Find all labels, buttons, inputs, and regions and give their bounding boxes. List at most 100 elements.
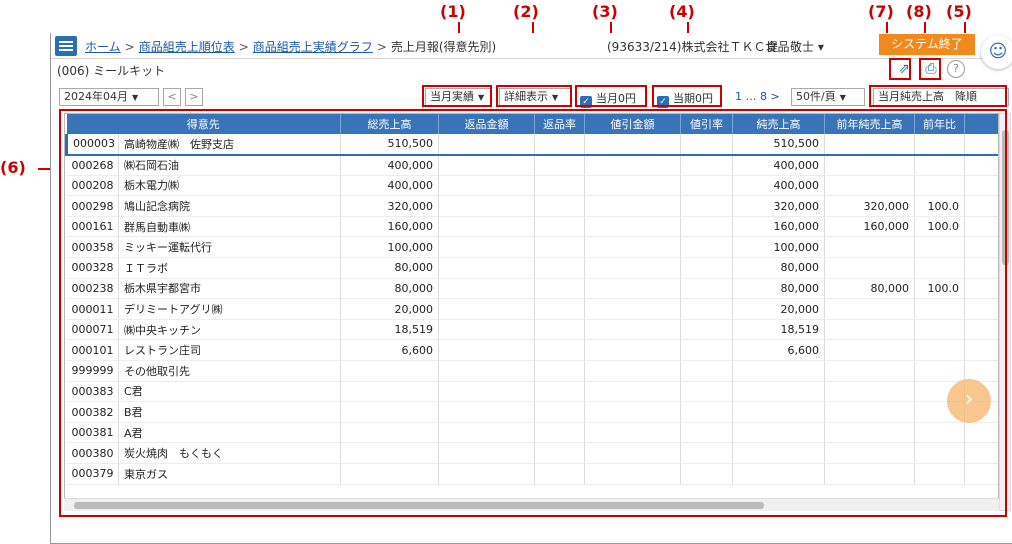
chevron-right-icon[interactable]: › [947, 379, 991, 423]
breadcrumb-home[interactable]: ホーム [85, 40, 121, 54]
table-row[interactable]: 000298 鳩山記念病院 320,000 320,000 320,000 100.0 [66, 195, 998, 217]
vertical-scrollbar[interactable] [999, 113, 1011, 511]
prev-net-sales [824, 442, 915, 464]
user-menu[interactable]: 堤 敬士 ▾ [766, 38, 824, 55]
sort-select[interactable]: 当月純売上高 降順 [873, 88, 1009, 106]
column-header[interactable]: 返品金額 [438, 114, 535, 134]
prev-year-ratio [914, 339, 965, 362]
scroll-thumb[interactable] [1002, 130, 1009, 265]
net-sales [732, 442, 825, 464]
table-row[interactable]: 000379 東京ガス [66, 463, 998, 485]
column-header[interactable]: 値引金額 [584, 114, 681, 134]
help-icon[interactable]: ? [947, 60, 965, 78]
column-header[interactable]: 総売上高 [340, 114, 439, 134]
total-sales: 80,000 [340, 257, 439, 279]
system-end-button[interactable]: システム終了 [879, 34, 975, 55]
horizontal-scrollbar[interactable] [64, 498, 999, 511]
customer-code: 000003 [65, 134, 119, 156]
customer-code: 000383 [66, 381, 119, 403]
detail-mode-select[interactable]: 詳細表示 ▼ [499, 88, 571, 106]
return-amount [438, 257, 535, 279]
actual-mode-select[interactable]: 当月実績 ▼ [425, 88, 491, 106]
next-month-button[interactable]: > [185, 88, 203, 106]
return-amount [438, 236, 535, 259]
discount-rate [680, 298, 733, 320]
return-amount [438, 195, 535, 217]
net-sales: 400,000 [732, 175, 825, 197]
page-size-select[interactable]: 50件/頁 ▼ [791, 88, 865, 106]
prev-month-button[interactable]: < [163, 88, 181, 106]
period-zero-checkbox[interactable]: ✓ 当期0円 [657, 90, 713, 108]
table-row[interactable]: 000381 A君 [66, 422, 998, 444]
prev-year-ratio [914, 319, 965, 341]
table-row[interactable]: 000011 デリミートアグリ㈱ 20,000 20,000 [66, 298, 998, 320]
discount-amount [584, 319, 681, 341]
table-row[interactable]: 000238 栃木県宇都宮市 80,000 80,000 80,000 100.0 [66, 278, 998, 300]
print-icon[interactable]: ⎙ [921, 60, 941, 80]
column-header[interactable]: 得意先 [66, 114, 341, 134]
return-rate [534, 134, 585, 156]
discount-rate [680, 175, 733, 197]
prev-year-ratio [914, 257, 965, 279]
return-rate [534, 463, 585, 485]
assistant-avatar-icon[interactable]: ☺ [981, 35, 1012, 69]
breadcrumb-ranking[interactable]: 商品組売上順位表 [139, 40, 235, 54]
pager-links[interactable]: 1 … 8 > [735, 90, 780, 103]
scroll-thumb[interactable] [74, 502, 764, 509]
prev-year-ratio: 100.0 [914, 216, 965, 238]
discount-amount [584, 442, 681, 464]
column-header[interactable]: 前年純売上高 [824, 114, 915, 134]
prev-year-ratio [914, 360, 965, 382]
table-row[interactable]: 000383 C君 [66, 381, 998, 403]
customer-code: 000380 [66, 442, 119, 464]
pager[interactable]: 1 … 8 > [735, 90, 780, 103]
hamburger-menu-icon[interactable] [55, 36, 77, 56]
customer-code: 000238 [66, 278, 119, 300]
return-rate [534, 154, 585, 176]
return-amount [438, 154, 535, 176]
breadcrumb-graph[interactable]: 商品組売上実績グラフ [253, 40, 373, 54]
table-row[interactable]: 000208 栃木電力㈱ 400,000 400,000 [66, 175, 998, 197]
total-sales: 80,000 [340, 278, 439, 300]
overflow-cell [964, 236, 998, 259]
page-size-value: 50件/頁 [796, 90, 836, 103]
table-row[interactable]: 000328 ＩＴラボ 80,000 80,000 [66, 257, 998, 279]
prev-net-sales [824, 319, 915, 341]
return-amount [438, 278, 535, 300]
column-header[interactable]: 値引率 [680, 114, 733, 134]
customer-code: 000381 [66, 422, 119, 444]
table-row[interactable]: 000358 ミッキー運転代行 100,000 100,000 [66, 236, 998, 259]
return-amount [438, 360, 535, 382]
net-sales: 100,000 [732, 236, 825, 259]
column-header[interactable]: 返品率 [534, 114, 585, 134]
column-header[interactable]: 前年比 [914, 114, 965, 134]
external-link-icon[interactable]: ⇗ [894, 60, 914, 80]
column-header[interactable]: 純売上高 [732, 114, 825, 134]
customer-code: 000071 [66, 319, 119, 341]
total-sales: 18,519 [340, 319, 439, 341]
table-row[interactable]: 000161 群馬自動車㈱ 160,000 160,000 160,000 100.0 [66, 216, 998, 238]
customer-name: 高崎物産㈱ 佐野支店 [118, 134, 341, 156]
month-zero-checkbox[interactable]: ✓ 当月0円 [580, 90, 636, 108]
return-rate [534, 278, 585, 300]
return-rate [534, 298, 585, 320]
table-row[interactable]: 000071 ㈱中央キッチン 18,519 18,519 [66, 319, 998, 341]
period-zero-label: 当期0円 [673, 92, 713, 105]
table-row[interactable]: 000382 B君 [66, 401, 998, 423]
sort-value: 当月純売上高 降順 [878, 90, 977, 103]
customer-name: ㈱中央キッチン [118, 319, 341, 341]
overflow-cell [964, 339, 998, 362]
customer-name: ㈱石岡石油 [118, 154, 341, 176]
breadcrumb-separator: > [376, 40, 387, 54]
overflow-cell [964, 298, 998, 320]
net-sales [732, 422, 825, 444]
customer-code: 999999 [66, 360, 119, 382]
table-row[interactable]: 000101 レストラン庄司 6,600 6,600 [66, 339, 998, 362]
table-row[interactable]: 000380 炭火焼肉 もくもく [66, 442, 998, 464]
period-select[interactable]: 2024年04月 ▼ [59, 88, 159, 106]
table-row[interactable]: 000003 高崎物産㈱ 佐野支店 510,500 510,500 [65, 134, 998, 156]
prev-net-sales [824, 401, 915, 423]
table-row[interactable]: 999999 その他取引先 [66, 360, 998, 382]
table-row[interactable]: 000268 ㈱石岡石油 400,000 400,000 [66, 154, 998, 176]
prev-net-sales: 80,000 [824, 278, 915, 300]
